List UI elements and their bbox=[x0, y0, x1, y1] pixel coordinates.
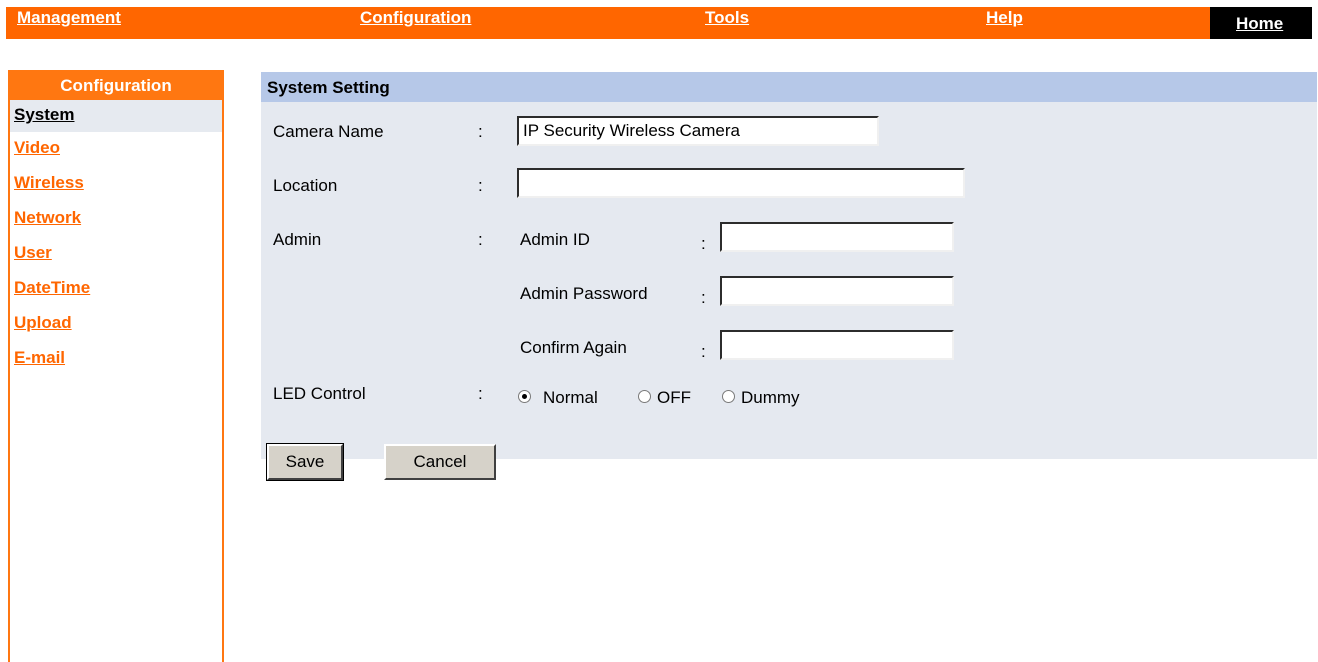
confirm-again-input[interactable] bbox=[720, 330, 954, 360]
location-colon: : bbox=[478, 176, 483, 195]
nav-tools[interactable]: Tools bbox=[705, 8, 749, 28]
led-off-radio[interactable] bbox=[638, 390, 651, 403]
system-setting-panel: System Setting Camera Name : Location : … bbox=[261, 72, 1317, 481]
nav-home[interactable]: Home bbox=[1236, 14, 1283, 34]
nav-configuration[interactable]: Configuration bbox=[360, 8, 471, 28]
led-normal-label: Normal bbox=[543, 388, 598, 407]
confirm-again-label: Confirm Again bbox=[520, 338, 627, 357]
sidebar-item-upload[interactable]: Upload bbox=[10, 307, 222, 342]
sidebar-item-datetime[interactable]: DateTime bbox=[10, 272, 222, 307]
sidebar-item-network[interactable]: Network bbox=[10, 202, 222, 237]
led-dummy-label: Dummy bbox=[741, 388, 800, 407]
save-button[interactable]: Save bbox=[266, 443, 344, 481]
nav-home-box: Home bbox=[1210, 7, 1312, 39]
confirm-again-colon: : bbox=[701, 342, 706, 361]
admin-label: Admin bbox=[273, 230, 322, 249]
led-off-label: OFF bbox=[657, 388, 691, 407]
admin-password-label: Admin Password bbox=[520, 284, 648, 303]
admin-id-colon: : bbox=[701, 234, 706, 253]
top-nav-bar bbox=[6, 7, 1312, 39]
admin-id-label: Admin ID bbox=[520, 230, 590, 249]
sidebar-item-user[interactable]: User bbox=[10, 237, 222, 272]
admin-colon: : bbox=[478, 230, 483, 249]
admin-password-input[interactable] bbox=[720, 276, 954, 306]
sidebar-item-video[interactable]: Video bbox=[10, 132, 222, 167]
admin-id-input[interactable] bbox=[720, 222, 954, 252]
led-control-colon: : bbox=[478, 384, 483, 403]
camera-name-colon: : bbox=[478, 122, 483, 141]
led-normal-radio[interactable] bbox=[518, 390, 531, 403]
camera-name-input[interactable] bbox=[517, 116, 879, 146]
location-label: Location bbox=[273, 176, 338, 195]
nav-help[interactable]: Help bbox=[986, 8, 1023, 28]
panel-title: System Setting bbox=[261, 72, 1317, 102]
admin-password-colon: : bbox=[701, 288, 706, 307]
led-control-label: LED Control bbox=[273, 384, 366, 403]
cancel-button[interactable]: Cancel bbox=[384, 444, 496, 480]
sidebar-item-wireless[interactable]: Wireless bbox=[10, 167, 222, 202]
sidebar: Configuration System Video Wireless Netw… bbox=[8, 70, 224, 662]
nav-management[interactable]: Management bbox=[17, 8, 121, 28]
sidebar-item-email[interactable]: E-mail bbox=[10, 342, 222, 377]
camera-name-label: Camera Name bbox=[273, 122, 384, 141]
led-dummy-radio[interactable] bbox=[722, 390, 735, 403]
sidebar-title: Configuration bbox=[10, 72, 222, 100]
sidebar-item-system[interactable]: System bbox=[10, 100, 222, 132]
location-input[interactable] bbox=[517, 168, 965, 198]
